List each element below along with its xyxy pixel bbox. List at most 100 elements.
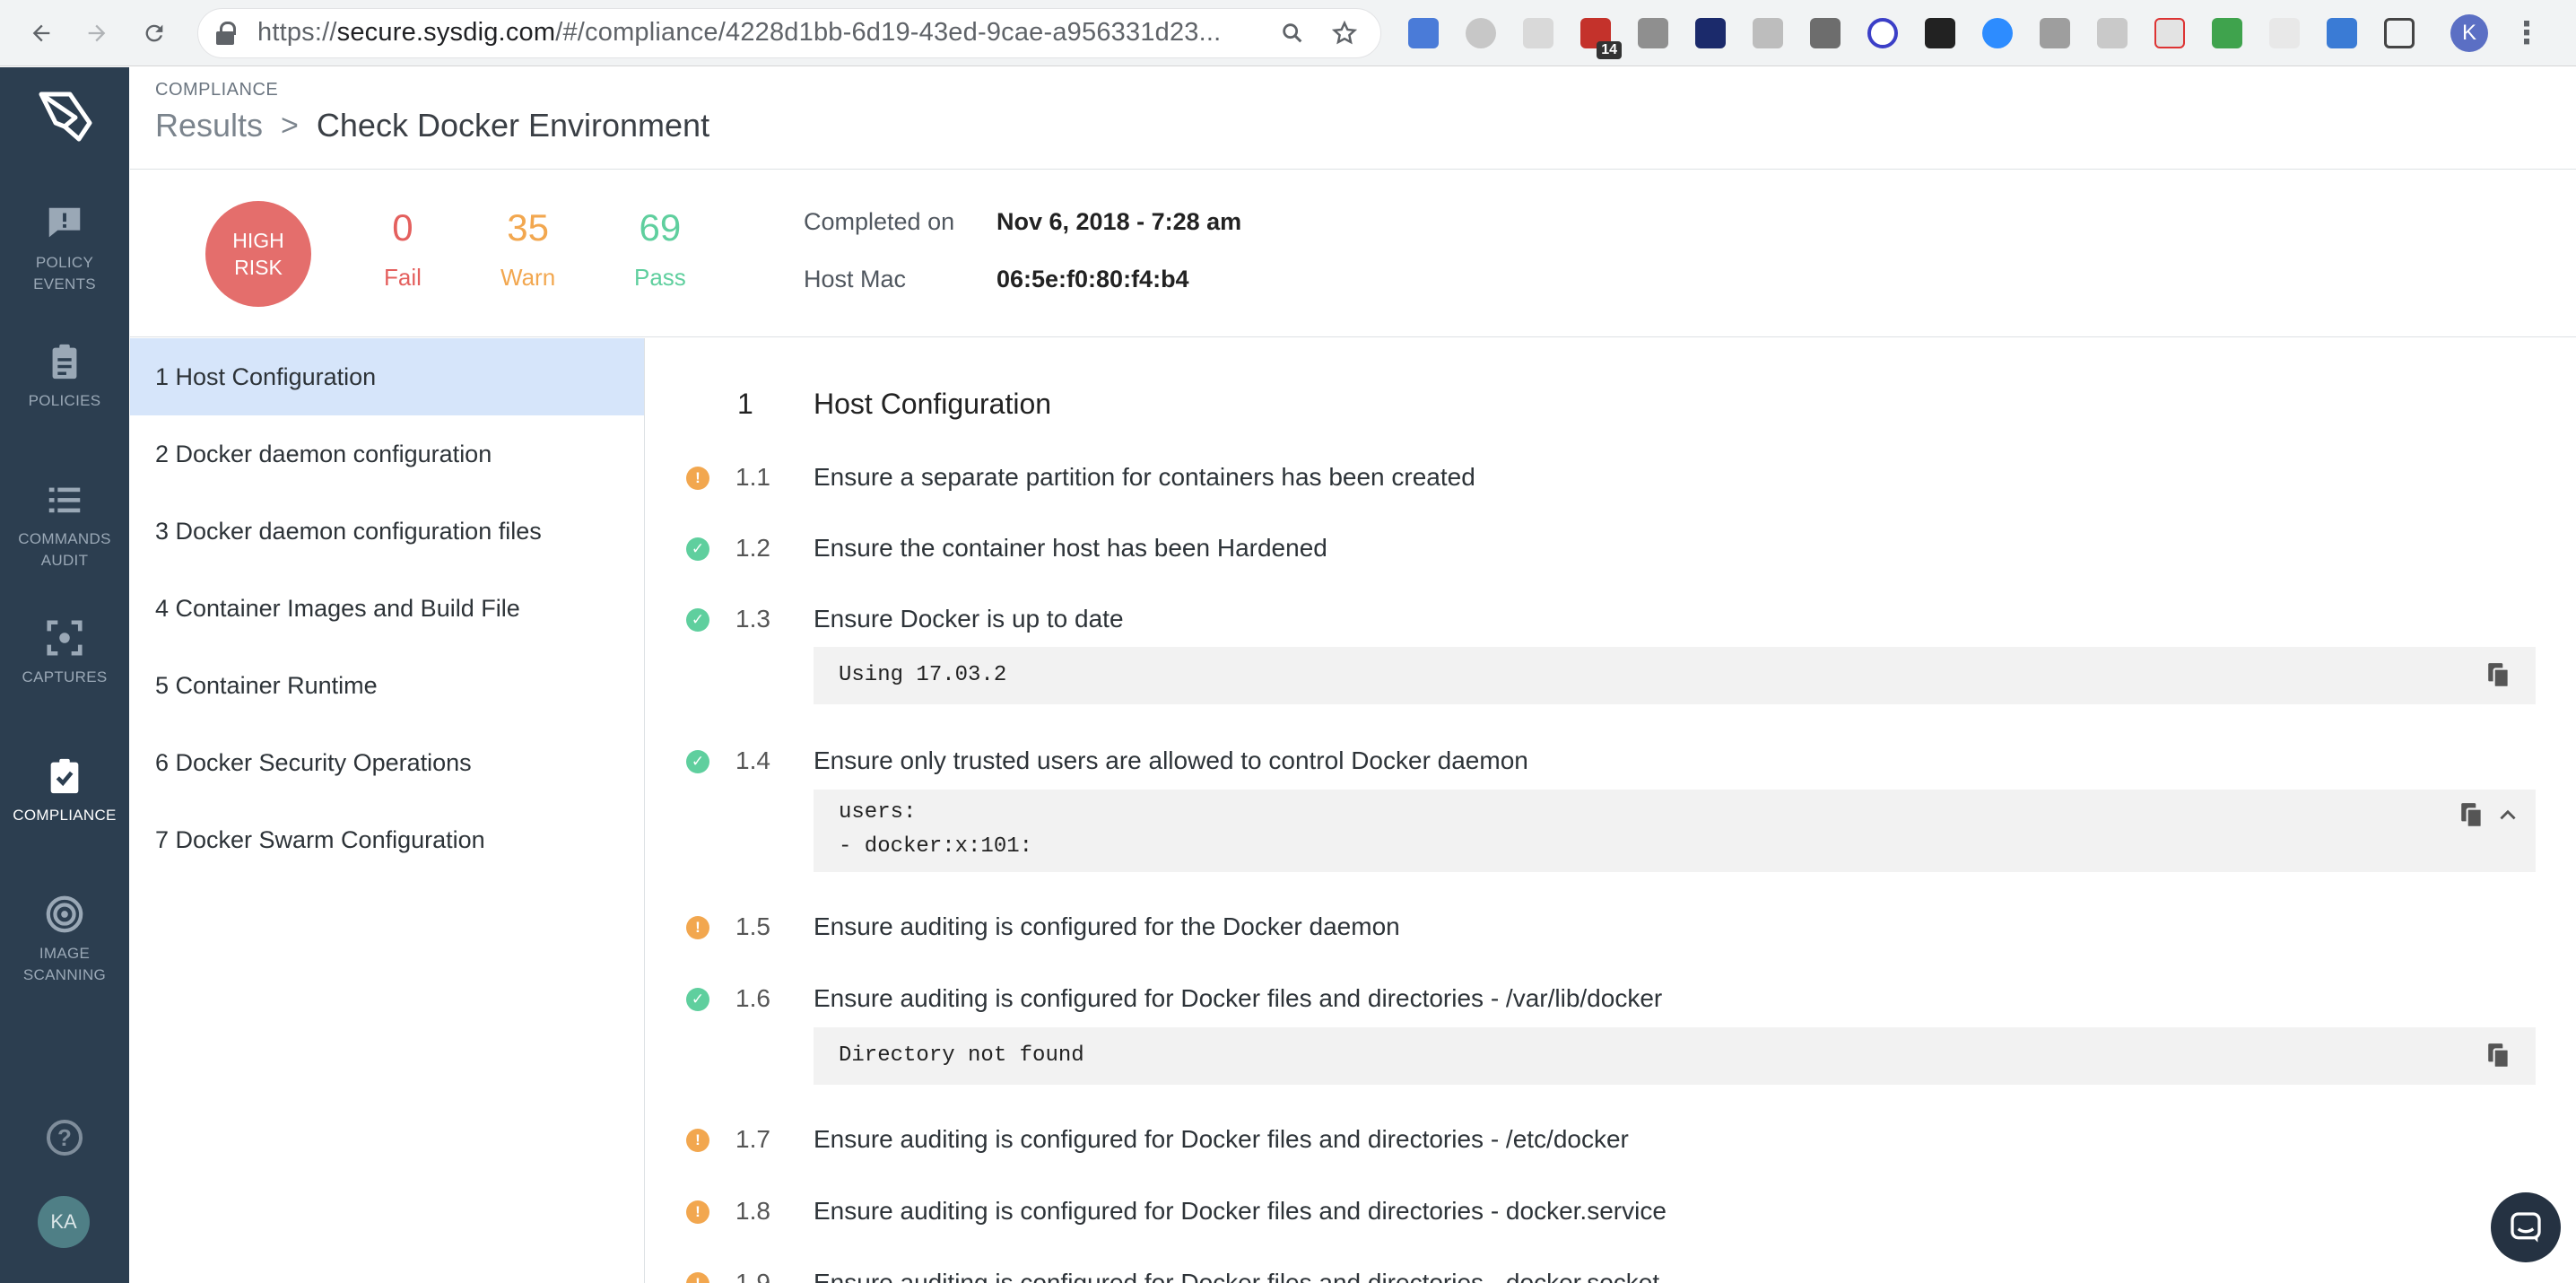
copy-icon[interactable] — [2487, 662, 2511, 689]
copy-icon[interactable] — [2460, 802, 2484, 829]
pass-label: Pass — [634, 264, 686, 291]
section-item-docker-security-operations[interactable]: 6 Docker Security Operations — [130, 724, 644, 801]
nav-label: EVENTS — [33, 275, 96, 292]
extension-icon[interactable] — [2040, 17, 2070, 48]
host-label: Host Mac — [804, 266, 907, 292]
section-list: 1 Host Configuration 2 Docker daemon con… — [130, 338, 645, 1283]
section-item-docker-daemon-configuration[interactable]: 2 Docker daemon configuration — [130, 415, 644, 493]
warning-icon: ! — [686, 1200, 709, 1224]
url-text[interactable]: https://secure.sysdig.com/#/compliance/4… — [257, 18, 1258, 48]
check-id: 1.7 — [735, 1125, 770, 1153]
reload-icon[interactable] — [133, 12, 176, 55]
check-row[interactable]: ! 1.5 Ensure auditing is configured for … — [646, 911, 2576, 947]
nav-policy-events[interactable]: POLICY EVENTS — [0, 200, 129, 295]
extension-icon[interactable] — [1523, 17, 1553, 48]
collapse-chevron-icon[interactable] — [2496, 806, 2519, 824]
section-item-container-images[interactable]: 4 Container Images and Build File — [130, 570, 644, 647]
layers-extension-icon[interactable] — [1925, 17, 1955, 48]
nav-label: AUDIT — [40, 552, 89, 569]
profile-avatar[interactable]: K — [2450, 13, 2488, 52]
url-path: /#/compliance/4228d1bb-6d19-43ed-9cae-a9… — [555, 18, 1222, 47]
section-item-container-runtime[interactable]: 5 Container Runtime — [130, 647, 644, 724]
page-header: COMPLIANCE Results > Check Docker Enviro… — [130, 67, 2576, 170]
nav-policies[interactable]: POLICIES — [0, 338, 129, 412]
nav-commands-audit[interactable]: COMMANDS AUDIT — [0, 476, 129, 572]
extension-icon[interactable] — [1982, 17, 2013, 48]
back-arrow-icon[interactable] — [20, 12, 63, 55]
warn-label: Warn — [500, 264, 556, 291]
extension-icon[interactable] — [2327, 17, 2357, 48]
bookmark-star-icon[interactable] — [1327, 15, 1362, 51]
copy-icon[interactable] — [2487, 1043, 2511, 1069]
left-navigation: POLICY EVENTS POLICIES COMMANDS AUDIT CA… — [0, 67, 129, 1283]
clipboard-check-icon — [41, 753, 88, 799]
extension-icon[interactable] — [2212, 17, 2242, 48]
check-row[interactable]: ✓ 1.3 Ensure Docker is up to date — [646, 603, 2576, 639]
extension-icon[interactable] — [2097, 17, 2128, 48]
check-id: 1.5 — [735, 912, 770, 940]
extension-icon[interactable] — [1695, 17, 1726, 48]
check-row[interactable]: ! 1.1 Ensure a separate partition for co… — [646, 461, 2576, 497]
check-output: Using 17.03.2 — [814, 647, 2536, 704]
nav-label: SCANNING — [22, 966, 107, 983]
sysdig-logo-icon[interactable] — [34, 87, 97, 146]
chat-launcher-button[interactable] — [2491, 1192, 2561, 1262]
help-icon[interactable]: ? — [47, 1120, 83, 1156]
section-item-host-configuration[interactable]: 1 Host Configuration — [130, 338, 644, 415]
check-output: Directory not found — [814, 1027, 2536, 1085]
check-row[interactable]: ✓ 1.4 Ensure only trusted users are allo… — [646, 745, 2576, 781]
nav-compliance[interactable]: COMPLIANCE — [0, 753, 129, 826]
breadcrumb-results-link[interactable]: Results — [155, 107, 263, 144]
list-icon — [41, 476, 88, 523]
pass-stat: 69 Pass — [634, 206, 686, 292]
check-text: Ensure the container host has been Harde… — [814, 534, 1327, 562]
user-avatar[interactable]: KA — [38, 1196, 90, 1248]
check-id: 1.9 — [735, 1269, 770, 1283]
page-title: Check Docker Environment — [316, 107, 710, 144]
check-text: Ensure auditing is configured for Docker… — [814, 1197, 1667, 1225]
check-id: 1.8 — [735, 1197, 770, 1225]
check-row[interactable]: ! 1.7 Ensure auditing is configured for … — [646, 1123, 2576, 1159]
section-item-docker-daemon-configuration-files[interactable]: 3 Docker daemon configuration files — [130, 493, 644, 570]
warning-icon: ! — [686, 1129, 709, 1152]
check-row[interactable]: ! 1.8 Ensure auditing is configured for … — [646, 1195, 2576, 1231]
section-item-docker-swarm-configuration[interactable]: 7 Docker Swarm Configuration — [130, 801, 644, 878]
nav-label: POLICY — [35, 254, 94, 271]
check-text: Ensure auditing is configured for Docker… — [814, 984, 1663, 1012]
nav-image-scanning[interactable]: IMAGE SCANNING — [0, 891, 129, 986]
group-number: 1 — [737, 388, 753, 420]
risk-label-text: RISK — [234, 256, 283, 279]
clipboard-icon — [41, 338, 88, 385]
forward-arrow-icon[interactable] — [75, 12, 118, 55]
nav-label: COMPLIANCE — [13, 807, 117, 824]
breadcrumb: Results > Check Docker Environment — [155, 107, 709, 144]
extension-icon[interactable] — [1867, 17, 1898, 48]
extension-icon[interactable] — [1466, 17, 1496, 48]
nav-captures[interactable]: CAPTURES — [0, 615, 129, 688]
browser-menu-icon[interactable]: ⋮ — [2511, 18, 2542, 48]
extension-icon[interactable] — [2154, 17, 2185, 48]
zoom-icon[interactable] — [1275, 15, 1310, 51]
extension-icon[interactable] — [1810, 17, 1841, 48]
completed-label: Completed on — [804, 208, 955, 235]
chat-icon — [2511, 1212, 2541, 1243]
check-pass-icon: ✓ — [686, 988, 709, 1011]
check-row[interactable]: ✓ 1.6 Ensure auditing is configured for … — [646, 982, 2576, 1018]
check-text: Ensure Docker is up to date — [814, 605, 1124, 633]
calendar-extension-icon[interactable]: 14 — [1580, 17, 1622, 59]
extension-icon[interactable] — [2269, 17, 2300, 48]
check-id: 1.4 — [735, 746, 770, 774]
check-text: Ensure auditing is configured for Docker… — [814, 1269, 1660, 1283]
check-row[interactable]: ! 1.9 Ensure auditing is configured for … — [646, 1267, 2576, 1283]
check-row[interactable]: ✓ 1.2 Ensure the container host has been… — [646, 532, 2576, 568]
address-bar[interactable]: https://secure.sysdig.com/#/compliance/4… — [197, 7, 1381, 58]
extension-icon[interactable] — [1408, 17, 1439, 48]
nav-label: CAPTURES — [22, 668, 108, 685]
extension-icon[interactable] — [1753, 17, 1783, 48]
breadcrumb-separator-icon: > — [281, 108, 299, 143]
extension-icon[interactable] — [1638, 17, 1668, 48]
check-id: 1.3 — [735, 605, 770, 633]
check-text: Ensure auditing is configured for the Do… — [814, 912, 1400, 940]
pass-count: 69 — [639, 206, 682, 249]
screenshot-extension-icon[interactable] — [2384, 17, 2415, 48]
